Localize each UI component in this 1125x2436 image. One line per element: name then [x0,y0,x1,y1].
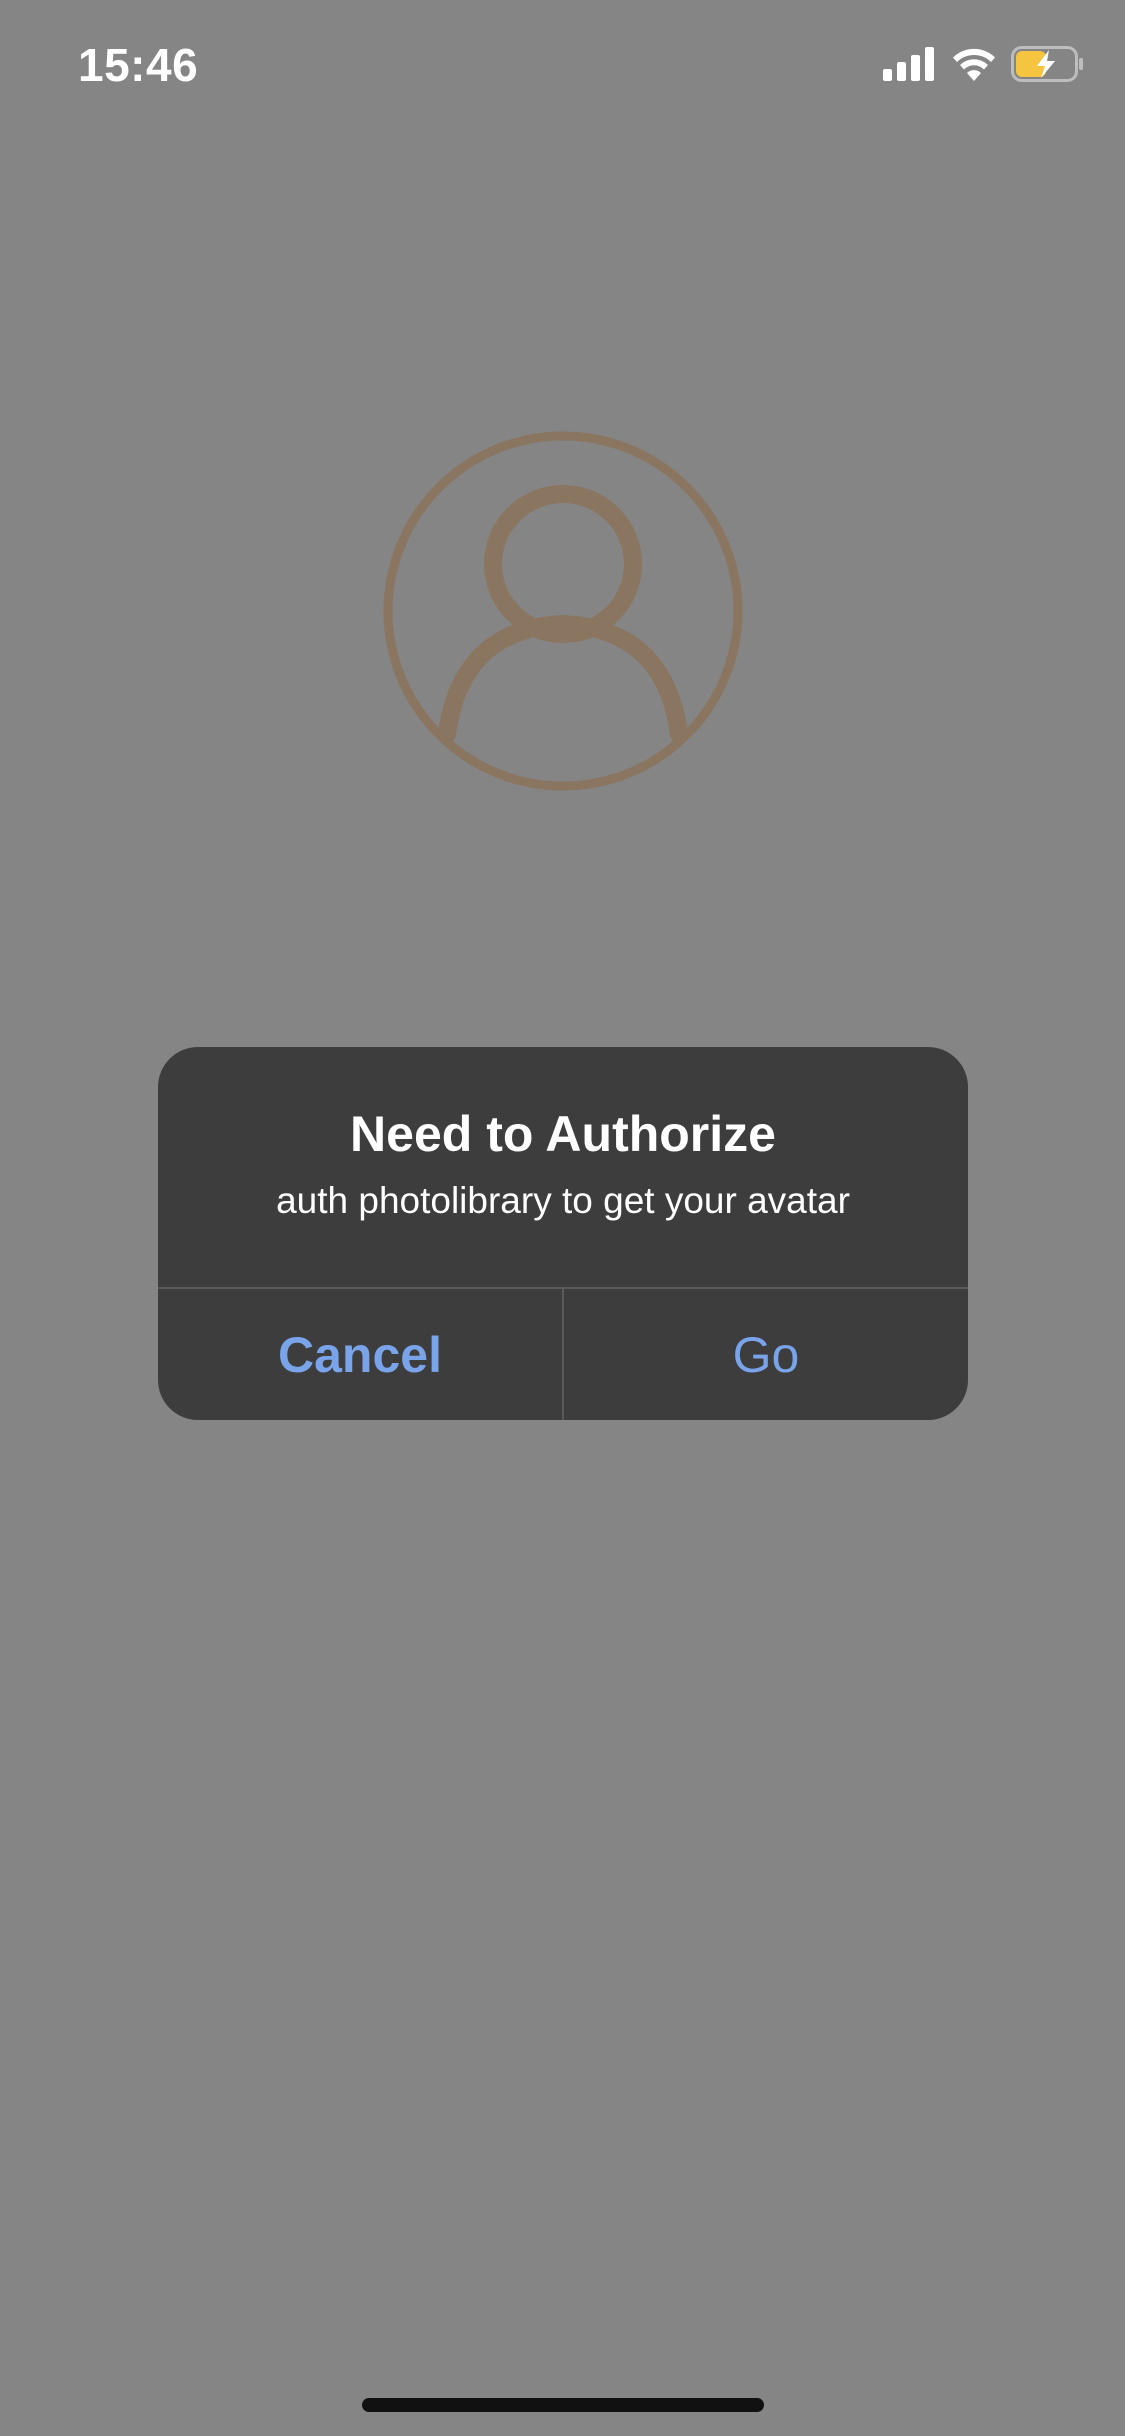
status-icons [883,46,1085,82]
go-button[interactable]: Go [564,1289,968,1420]
home-indicator[interactable] [362,2398,764,2412]
cancel-button[interactable]: Cancel [158,1289,562,1420]
wifi-icon [953,48,995,81]
battery-charging-icon [1011,46,1083,82]
alert-title: Need to Authorize [350,1106,776,1162]
status-bar: 15:46 [0,0,1125,140]
alert-message: auth photolibrary to get your avatar [276,1180,850,1221]
authorization-alert: Need to Authorize auth photolibrary to g… [158,1047,968,1420]
avatar-placeholder[interactable] [381,429,745,793]
status-time: 15:46 [78,39,199,91]
user-avatar-placeholder-icon [383,431,743,791]
cellular-signal-icon [883,47,934,81]
